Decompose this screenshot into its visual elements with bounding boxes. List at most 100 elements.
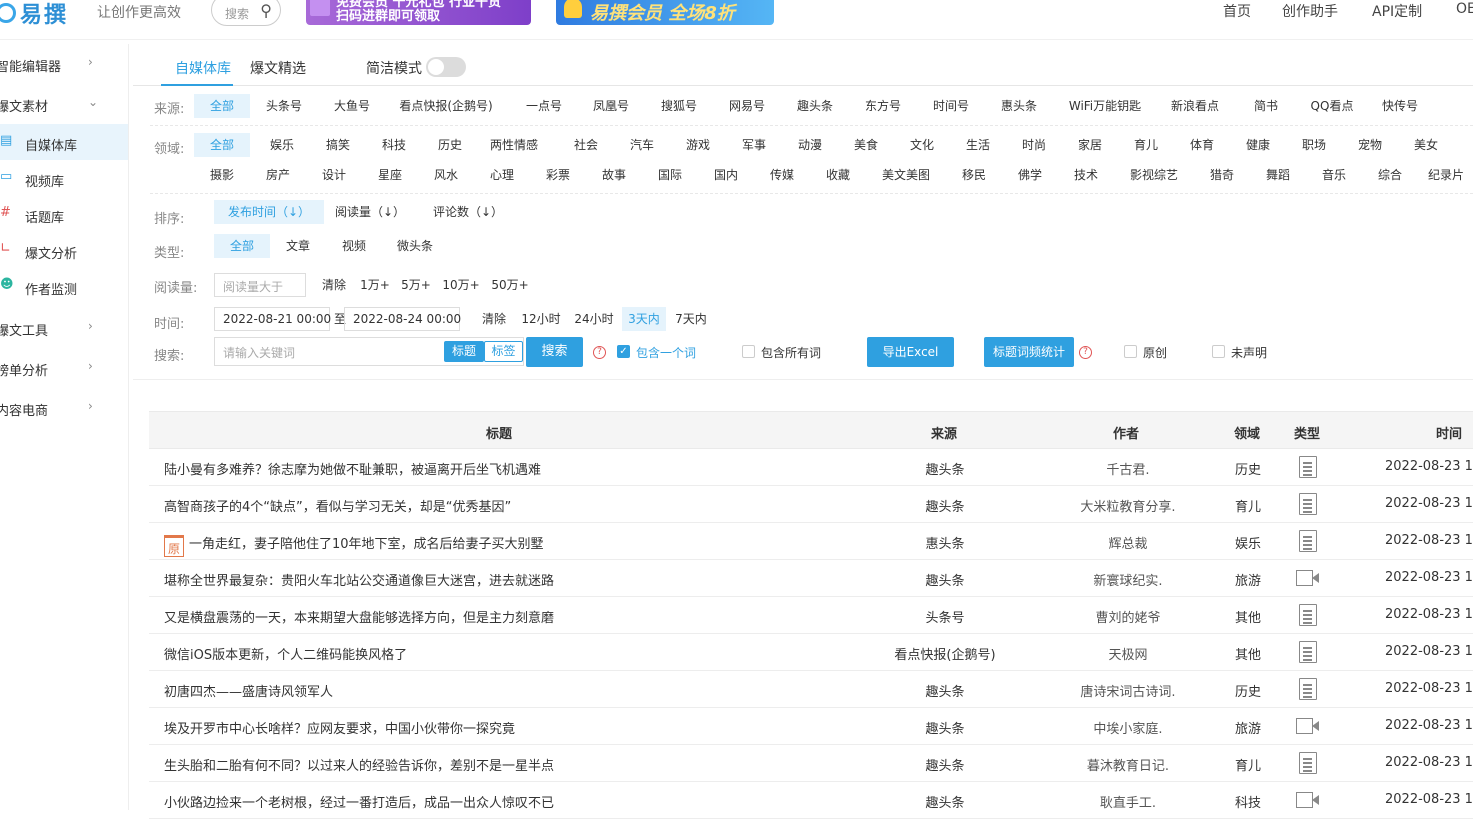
field-option[interactable]: 体育	[1174, 133, 1230, 157]
sidebar-group-ranking[interactable]: 榜单分析 ›	[0, 348, 126, 384]
row-title-cell[interactable]: 生头胎和二胎有何不同？以过来人的经验告诉你，差别不是一星半点	[164, 755, 554, 774]
read-50k[interactable]: 5万+	[401, 273, 431, 297]
table-row[interactable]: 陆小曼有多难养？徐志摩为她做不耻兼职，被逼离开后坐飞机遇难 趣头条 千古君. 历史 20…	[149, 449, 1473, 486]
field-row2-option[interactable]: 综合	[1362, 163, 1418, 187]
source-option[interactable]: 看点快报(企鹅号)	[388, 94, 504, 118]
time-to-input[interactable]: 2022-08-24 00:00	[344, 307, 461, 331]
field-row2-option[interactable]: 收藏	[810, 163, 866, 187]
field-option[interactable]: 育儿	[1118, 133, 1174, 157]
field-option[interactable]: 家居	[1062, 133, 1118, 157]
sort-reads[interactable]: 阅读量（↓）	[330, 200, 410, 224]
sidebar-item-hot-analysis[interactable]: ∟ 爆文分析	[0, 232, 128, 268]
contain-one-checkbox[interactable]: ✓	[617, 345, 630, 358]
source-option[interactable]: WiFi万能钥匙	[1060, 94, 1150, 118]
time-from-input[interactable]: 2022-08-21 00:00	[214, 307, 331, 331]
sidebar-item-video-library[interactable]: ▭ 视频库	[0, 160, 128, 196]
help-icon[interactable]: ?	[1079, 346, 1092, 359]
col-title[interactable]: 标题	[486, 423, 512, 442]
field-row2-option[interactable]: 佛学	[1002, 163, 1058, 187]
row-title[interactable]: 堪称全世界最复杂：贵阳火车北站公交通道像巨大迷宫，进去就迷路	[164, 574, 554, 589]
field-option[interactable]: 动漫	[782, 133, 838, 157]
row-title-cell[interactable]: 微信iOS版本更新，个人二维码能换风格了	[164, 644, 407, 663]
tab-hot-picks[interactable]: 爆文精选	[250, 58, 306, 78]
nav-home[interactable]: 首页	[1223, 1, 1251, 21]
table-row[interactable]: 小伙路边捡来一个老树根，经过一番打造后，成品一出众人惊叹不已 趣头条 耿直手工. 科技…	[149, 782, 1473, 819]
col-time[interactable]: 时间	[1436, 423, 1462, 442]
contain-all-checkbox[interactable]	[742, 345, 755, 358]
original-checkbox[interactable]	[1124, 345, 1137, 358]
row-title[interactable]: 又是横盘震荡的一天，本来期望大盘能够选择方向，但是主力刻意磨	[164, 611, 554, 626]
source-option[interactable]: 惠头条	[990, 94, 1048, 118]
row-author[interactable]: 唐诗宋词古诗词.	[1028, 681, 1228, 700]
nav-assistant[interactable]: 创作助手	[1282, 1, 1338, 21]
promo-banner-discount[interactable]: 易撰会员 全场8折	[556, 0, 774, 25]
table-row[interactable]: 堪称全世界最复杂：贵阳火车北站公交通道像巨大迷宫，进去就迷路 趣头条 新寰球纪实. 旅…	[149, 560, 1473, 597]
source-option[interactable]: 快传号	[1372, 94, 1428, 118]
table-row[interactable]: 初唐四杰——盛唐诗风领军人 趣头条 唐诗宋词古诗词. 历史 2022-08-23 15	[149, 671, 1473, 708]
table-row[interactable]: 生头胎和二胎有何不同？以过来人的经验告诉你，差别不是一星半点 趣头条 暮沐教育日记.…	[149, 745, 1473, 782]
time-7d[interactable]: 7天内	[672, 307, 710, 331]
row-title-cell[interactable]: 埃及开罗市中心长啥样？应网友要求，中国小伙带你一探究竟	[164, 718, 515, 737]
read-min-input[interactable]: 阅读量大于	[214, 273, 306, 297]
field-option[interactable]: 搞笑	[310, 133, 366, 157]
field-row2-option[interactable]: 房产	[250, 163, 306, 187]
sidebar-item-author-monitor[interactable]: ☻ 作者监测	[0, 268, 128, 304]
row-author[interactable]: 暮沐教育日记.	[1028, 755, 1228, 774]
field-row2-option[interactable]: 美文美图	[866, 163, 946, 187]
field-option[interactable]: 时尚	[1006, 133, 1062, 157]
row-title-cell[interactable]: 初唐四杰——盛唐诗风领军人	[164, 681, 333, 700]
field-row2-option[interactable]: 心理	[474, 163, 530, 187]
sort-comments[interactable]: 评论数（↓）	[428, 200, 508, 224]
field-option[interactable]: 财	[1454, 133, 1473, 157]
time-24h[interactable]: 24小时	[571, 307, 617, 331]
source-option[interactable]: 凤凰号	[582, 94, 640, 118]
read-100k[interactable]: 10万+	[442, 273, 480, 297]
row-author[interactable]: 耿直手工.	[1028, 792, 1228, 811]
source-option[interactable]: 时间号	[922, 94, 980, 118]
read-10k[interactable]: 1万+	[360, 273, 390, 297]
search-mode-title[interactable]: 标题	[444, 341, 484, 362]
row-title-cell[interactable]: 原一角走红，妻子陪他住了10年地下室，成名后给妻子买大别墅	[164, 533, 544, 557]
table-row[interactable]: 原一角走红，妻子陪他住了10年地下室，成名后给妻子买大别墅 惠头条 辉总裁 娱乐 202…	[149, 523, 1473, 560]
field-row2-option[interactable]: 故事	[586, 163, 642, 187]
type-article[interactable]: 文章	[278, 234, 318, 258]
row-title[interactable]: 初唐四杰——盛唐诗风领军人	[164, 685, 333, 700]
field-row2-option[interactable]: 猎奇	[1194, 163, 1250, 187]
search-mode-tag[interactable]: 标签	[484, 341, 523, 362]
logo[interactable]: 易撰	[0, 0, 68, 28]
sort-publish-time[interactable]: 发布时间（↓）	[214, 200, 324, 224]
sidebar-item-media-library[interactable]: ▤ 自媒体库	[0, 124, 128, 160]
field-option[interactable]: 游戏	[670, 133, 726, 157]
header-search[interactable]: 搜索 ⚲	[211, 0, 281, 26]
time-clear[interactable]: 清除	[478, 307, 510, 331]
row-title[interactable]: 高智商孩子的4个“缺点”，看似与学习无关，却是“优秀基因”	[164, 500, 511, 515]
row-author[interactable]: 大米粒教育分享.	[1028, 496, 1228, 515]
field-row2-option[interactable]: 纪录片	[1418, 163, 1473, 187]
table-row[interactable]: 埃及开罗市中心长啥样？应网友要求，中国小伙带你一探究竟 趣头条 中埃小家庭. 旅游 20…	[149, 708, 1473, 745]
field-option[interactable]: 美女	[1398, 133, 1454, 157]
field-row2-option[interactable]: 彩票	[530, 163, 586, 187]
row-author[interactable]: 天极网	[1028, 644, 1228, 663]
row-author[interactable]: 辉总裁	[1028, 533, 1228, 552]
field-option[interactable]: 军事	[726, 133, 782, 157]
source-option[interactable]: 搜狐号	[650, 94, 708, 118]
field-row2-option[interactable]: 星座	[362, 163, 418, 187]
source-option[interactable]: 网易号	[718, 94, 776, 118]
field-row2-option[interactable]: 传媒	[754, 163, 810, 187]
read-clear[interactable]: 清除	[318, 273, 350, 297]
row-author[interactable]: 千古君.	[1028, 459, 1228, 478]
row-title[interactable]: 一角走红，妻子陪他住了10年地下室，成名后给妻子买大别墅	[189, 537, 544, 552]
field-option[interactable]: 汽车	[614, 133, 670, 157]
type-all[interactable]: 全部	[214, 234, 270, 258]
export-excel-button[interactable]: 导出Excel	[867, 337, 954, 367]
field-option[interactable]: 生活	[950, 133, 1006, 157]
row-title-cell[interactable]: 高智商孩子的4个“缺点”，看似与学习无关，却是“优秀基因”	[164, 496, 511, 515]
table-row[interactable]: 微信iOS版本更新，个人二维码能换风格了 看点快报(企鹅号) 天极网 其他 2022-0…	[149, 634, 1473, 671]
nav-api[interactable]: API定制	[1372, 1, 1422, 21]
row-author[interactable]: 新寰球纪实.	[1028, 570, 1228, 589]
field-row2-option[interactable]: 摄影	[194, 163, 250, 187]
row-author[interactable]: 中埃小家庭.	[1028, 718, 1228, 737]
source-option[interactable]: 全部	[194, 94, 250, 118]
field-option[interactable]: 全部	[194, 133, 250, 157]
search-icon[interactable]: ⚲	[260, 1, 272, 20]
